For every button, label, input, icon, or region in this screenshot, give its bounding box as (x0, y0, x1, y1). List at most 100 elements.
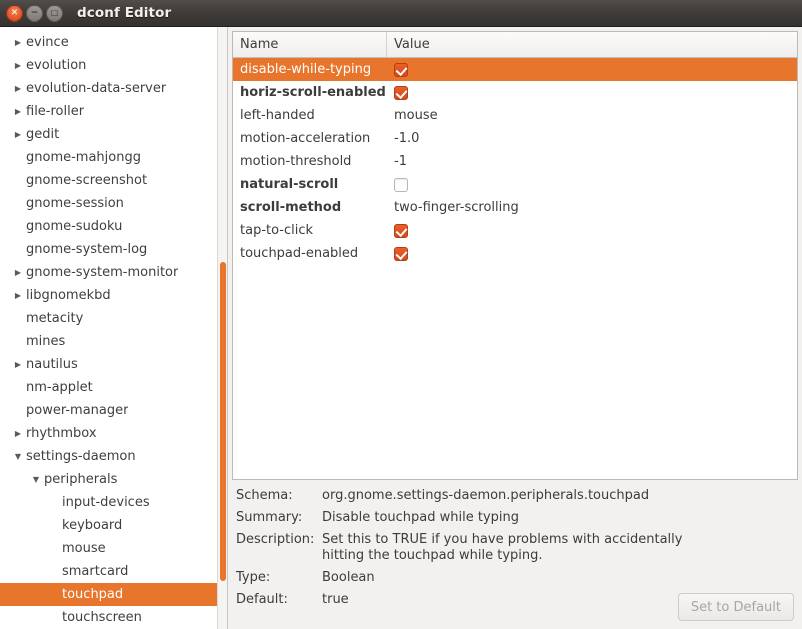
schema-tree-panel: ▶ evince ▶ evolution ▶ evolution-data-server ▶… (0, 27, 228, 629)
table-row[interactable]: touchpad-enabled (233, 242, 797, 265)
tree-item-label: power-manager (26, 403, 129, 418)
tree-item-peripherals[interactable]: ▼ peripherals (0, 468, 227, 491)
minimize-icon[interactable]: − (26, 4, 43, 22)
table-row[interactable]: scroll-method two-finger-scrolling (233, 196, 797, 219)
table-row[interactable]: natural-scroll (233, 173, 797, 196)
tree-item-label: evolution (26, 58, 87, 73)
tree-item-keyboard[interactable]: keyboard (0, 514, 227, 537)
key-value-cell[interactable] (387, 223, 797, 238)
key-value-cell[interactable]: -1 (387, 154, 797, 169)
detail-description-value: Set this to TRUE if you have problems wi… (322, 532, 683, 563)
detail-summary-value: Disable touchpad while typing (322, 510, 520, 525)
tree-item-gnome-system-log[interactable]: gnome-system-log (0, 238, 227, 261)
key-name-cell: scroll-method (240, 200, 342, 215)
dconf-editor-window: ✕ − □ dconf Editor ▶ evince ▶ evolution ▶ evo… (0, 0, 802, 629)
detail-default-label: Default: (236, 592, 288, 607)
chevron-down-icon[interactable]: ▼ (28, 475, 44, 484)
column-header-value[interactable]: Value (387, 32, 797, 57)
table-row[interactable]: horiz-scroll-enabled (233, 81, 797, 104)
tree-item-gnome-mahjongg[interactable]: gnome-mahjongg (0, 146, 227, 169)
checkbox-checked-icon[interactable] (394, 62, 408, 77)
key-name-cell: motion-acceleration (240, 131, 371, 146)
tree-item-settings-daemon[interactable]: ▼ settings-daemon (0, 445, 227, 468)
tree-item-libgnomekbd[interactable]: ▶ libgnomekbd (0, 284, 227, 307)
checkbox-checked-icon[interactable] (394, 223, 408, 238)
checkbox-checked-icon[interactable] (394, 85, 408, 100)
key-list-rows[interactable]: disable-while-typing horiz-scroll-enabled… (233, 58, 797, 479)
key-value-text: two-finger-scrolling (394, 200, 519, 215)
chevron-right-icon[interactable]: ▶ (10, 84, 26, 93)
sidebar-scrollbar-thumb[interactable] (220, 261, 226, 581)
detail-type-value: Boolean (322, 570, 375, 585)
tree-item-evolution[interactable]: ▶ evolution (0, 54, 227, 77)
tree-item-gnome-sudoku[interactable]: gnome-sudoku (0, 215, 227, 238)
key-value-cell[interactable]: -1.0 (387, 131, 797, 146)
table-row[interactable]: left-handed mouse (233, 104, 797, 127)
tree-item-gnome-screenshot[interactable]: gnome-screenshot (0, 169, 227, 192)
table-row[interactable]: tap-to-click (233, 219, 797, 242)
chevron-right-icon[interactable]: ▶ (10, 38, 26, 47)
tree-item-label: evince (26, 35, 69, 50)
key-name-cell: motion-threshold (240, 154, 352, 169)
tree-item-nautilus[interactable]: ▶ nautilus (0, 353, 227, 376)
chevron-right-icon[interactable]: ▶ (10, 61, 26, 70)
key-list-header: Name Value (233, 32, 797, 58)
tree-item-label: settings-daemon (26, 449, 136, 464)
chevron-down-icon[interactable]: ▼ (10, 452, 26, 461)
tree-item-rhythmbox[interactable]: ▶ rhythmbox (0, 422, 227, 445)
checkbox-checked-icon[interactable] (394, 246, 408, 261)
key-value-text: mouse (394, 108, 438, 123)
key-value-cell[interactable]: mouse (387, 108, 797, 123)
tree-item-gnome-session[interactable]: gnome-session (0, 192, 227, 215)
tree-item-gedit[interactable]: ▶ gedit (0, 123, 227, 146)
tree-item-label: gnome-system-monitor (26, 265, 179, 280)
tree-item-input-devices[interactable]: input-devices (0, 491, 227, 514)
close-icon[interactable]: ✕ (6, 4, 23, 22)
chevron-right-icon[interactable]: ▶ (10, 360, 26, 369)
tree-item-label: touchscreen (62, 610, 142, 625)
table-row[interactable]: disable-while-typing (233, 58, 797, 81)
chevron-right-icon[interactable]: ▶ (10, 291, 26, 300)
chevron-right-icon[interactable]: ▶ (10, 130, 26, 139)
chevron-right-icon[interactable]: ▶ (10, 429, 26, 438)
column-header-name[interactable]: Name (233, 32, 387, 57)
checkbox-unchecked-icon[interactable] (394, 177, 408, 192)
tree-item-label: evolution-data-server (26, 81, 167, 96)
detail-summary-label: Summary: (236, 510, 303, 525)
key-name-cell: disable-while-typing (240, 62, 372, 77)
table-row[interactable]: motion-threshold -1 (233, 150, 797, 173)
tree-item-gnome-system-monitor[interactable]: ▶ gnome-system-monitor (0, 261, 227, 284)
tree-item-label: keyboard (62, 518, 123, 533)
schema-tree[interactable]: ▶ evince ▶ evolution ▶ evolution-data-server ▶… (0, 27, 227, 629)
tree-item-metacity[interactable]: metacity (0, 307, 227, 330)
key-name-cell: left-handed (240, 108, 315, 123)
tree-item-label: file-roller (26, 104, 85, 119)
chevron-right-icon[interactable]: ▶ (10, 107, 26, 116)
set-to-default-button[interactable]: Set to Default (677, 593, 794, 621)
tree-item-evolution-data-server[interactable]: ▶ evolution-data-server (0, 77, 227, 100)
tree-item-power-manager[interactable]: power-manager (0, 399, 227, 422)
tree-item-smartcard[interactable]: smartcard (0, 560, 227, 583)
tree-item-nm-applet[interactable]: nm-applet (0, 376, 227, 399)
tree-item-mouse[interactable]: mouse (0, 537, 227, 560)
titlebar: ✕ − □ dconf Editor (0, 0, 802, 27)
window-title: dconf Editor (77, 5, 172, 21)
table-row[interactable]: motion-acceleration -1.0 (233, 127, 797, 150)
key-value-text: -1.0 (394, 131, 420, 146)
key-value-cell[interactable] (387, 246, 797, 261)
tree-item-label: mines (26, 334, 66, 349)
tree-item-touchpad[interactable]: touchpad (0, 583, 227, 606)
tree-item-file-roller[interactable]: ▶ file-roller (0, 100, 227, 123)
chevron-right-icon[interactable]: ▶ (10, 268, 26, 277)
key-value-cell[interactable]: two-finger-scrolling (387, 200, 797, 215)
maximize-icon[interactable]: □ (46, 4, 63, 22)
key-value-cell[interactable] (387, 62, 797, 77)
tree-item-label: smartcard (62, 564, 129, 579)
key-detail-panel: Schema: org.gnome.settings-daemon.periph… (232, 480, 798, 625)
tree-item-touchscreen[interactable]: touchscreen (0, 606, 227, 629)
tree-item-evince[interactable]: ▶ evince (0, 31, 227, 54)
sidebar-scrollbar[interactable] (217, 27, 227, 629)
key-value-cell[interactable] (387, 85, 797, 100)
key-value-cell[interactable] (387, 177, 797, 192)
tree-item-mines[interactable]: mines (0, 330, 227, 353)
